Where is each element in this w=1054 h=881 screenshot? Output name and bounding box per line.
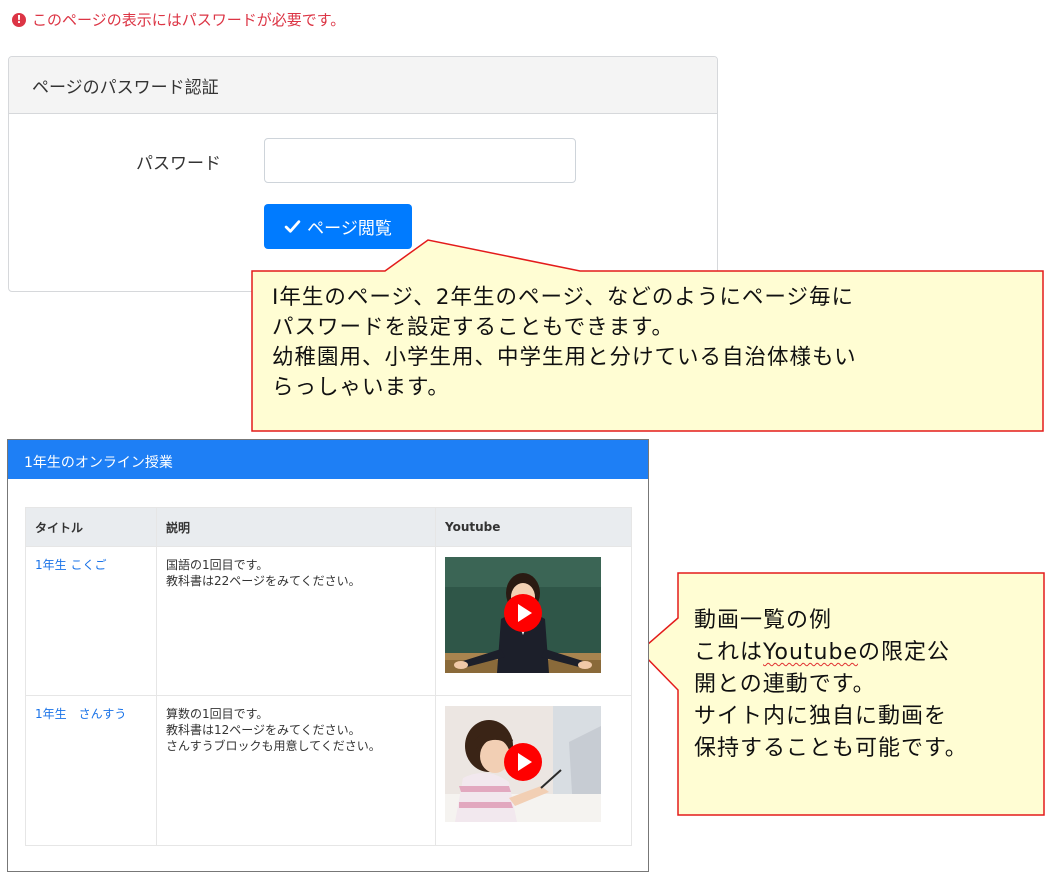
description-line: 教科書は12ページをみてください。 bbox=[166, 723, 361, 737]
video-title-link[interactable]: 1年生 こくご bbox=[35, 558, 106, 572]
callout-line: 動画一覧の例 bbox=[694, 608, 833, 633]
video-title-link[interactable]: 1年生 さんすう bbox=[35, 707, 126, 721]
callout-password-text: I年生のページ、2年生のページ、などのようにページ毎に パスワードを設定すること… bbox=[272, 283, 1040, 403]
online-class-panel: 1年生のオンライン授業 タイトル 説明 Youtube 1年生 こくご 国語の1… bbox=[7, 439, 649, 872]
play-icon[interactable] bbox=[504, 743, 542, 781]
view-page-button-label: ページ閲覧 bbox=[307, 219, 392, 239]
table-row: 1年生 こくご 国語の1回目です。 教科書は22ページをみてください。 bbox=[25, 546, 632, 696]
callout-line: I年生のページ、2年生のページ、などのようにページ毎に bbox=[272, 285, 854, 310]
callout-text-part: これは bbox=[694, 640, 764, 665]
password-required-alert: ! このページの表示にはパスワードが必要です。 bbox=[12, 9, 345, 30]
video-description: 国語の1回目です。 教科書は22ページをみてください。 bbox=[156, 546, 436, 696]
callout-line: サイト内に独自に動画を bbox=[694, 704, 948, 729]
exclamation-circle-icon: ! bbox=[12, 12, 26, 27]
description-line: 教科書は22ページをみてください。 bbox=[166, 574, 361, 588]
column-header-description: 説明 bbox=[156, 507, 436, 547]
column-header-title: タイトル bbox=[25, 507, 157, 547]
callout-line: これはYoutubeの限定公 bbox=[694, 637, 1044, 669]
password-input[interactable] bbox=[264, 138, 576, 183]
column-header-youtube: Youtube bbox=[435, 507, 632, 547]
description-line: 国語の1回目です。 bbox=[166, 558, 269, 572]
card-title: ページのパスワード認証 bbox=[9, 57, 717, 114]
description-line: さんすうブロックも用意してください。 bbox=[166, 739, 381, 753]
spellcheck-word: Youtube bbox=[763, 640, 859, 665]
password-auth-card: ページのパスワード認証 パスワード ページ閲覧 bbox=[8, 56, 718, 292]
view-page-button[interactable]: ページ閲覧 bbox=[264, 204, 412, 249]
video-table: タイトル 説明 Youtube 1年生 こくご 国語の1回目です。 教科書は22… bbox=[25, 507, 632, 846]
check-icon bbox=[284, 220, 301, 233]
callout-line: 開との連動です。 bbox=[694, 672, 876, 697]
play-icon[interactable] bbox=[504, 594, 542, 632]
girl-video-thumbnail[interactable] bbox=[445, 706, 601, 822]
description-line: 算数の1回目です。 bbox=[166, 707, 269, 721]
table-row: 1年生 さんすう 算数の1回目です。 教科書は12ページをみてください。 さんす… bbox=[25, 695, 632, 846]
teacher-video-thumbnail[interactable] bbox=[445, 557, 601, 673]
password-label: パスワード bbox=[136, 154, 221, 174]
callout-line: 幼稚園用、小学生用、中学生用と分けている自治体様もい bbox=[272, 345, 857, 370]
panel-title: 1年生のオンライン授業 bbox=[8, 440, 648, 479]
alert-text: このページの表示にはパスワードが必要です。 bbox=[32, 11, 346, 29]
callout-line: パスワードを設定することもできます。 bbox=[272, 315, 674, 340]
callout-line: らっしゃいます。 bbox=[272, 375, 450, 400]
callout-text-part: の限定公 bbox=[858, 640, 951, 665]
callout-line: 保持することも可能です。 bbox=[694, 736, 968, 761]
video-description: 算数の1回目です。 教科書は12ページをみてください。 さんすうブロックも用意し… bbox=[156, 695, 436, 846]
callout-video-text: 動画一覧の例 これはYoutubeの限定公 開との連動です。 サイト内に独自に動… bbox=[694, 605, 1044, 765]
